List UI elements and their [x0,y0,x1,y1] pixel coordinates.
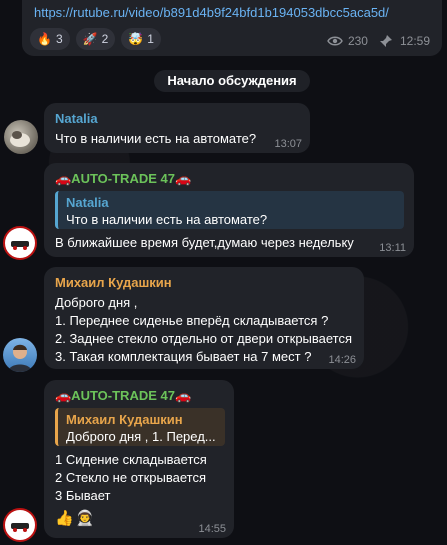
mind-blown-icon: 🤯 [128,32,144,46]
reaction-rocket[interactable]: 🚀 2 [75,28,116,50]
reaction-count: 1 [147,32,154,46]
post-time: 12:59 [399,34,430,48]
fire-icon: 🔥 [37,32,52,46]
avatar-auto-trade[interactable] [3,226,37,260]
reply-quote[interactable]: Natalia Что в наличии есть на автомате? [55,191,404,229]
message-sender[interactable]: Natalia [55,110,98,128]
message-sender[interactable]: 🚗AUTO-TRADE 47🚗 [55,387,191,405]
message-sender[interactable]: Михаил Кудашкин [55,274,172,292]
message-time: 14:55 [198,523,226,535]
message-mikhail[interactable]: Михаил Кудашкин Доброго дня , 1. Передне… [44,267,364,369]
reaction-mindblown[interactable]: 🤯 1 [121,28,161,50]
message-text: Что в наличии есть на автомате? [55,131,257,146]
post-meta: 230 12:59 [327,32,430,50]
avatar-natalia[interactable] [4,120,38,154]
message-auto-trade-1[interactable]: 🚗AUTO-TRADE 47🚗 Natalia Что в наличии ес… [44,163,414,257]
eye-icon [327,36,343,46]
message-auto-trade-2[interactable]: 🚗AUTO-TRADE 47🚗 Михаил Кудашкин Доброго … [44,380,234,538]
discussion-start-label: Начало обсуждения [154,70,310,92]
message-line: 2 Стекло не открывается [55,470,206,485]
message-line: 2. Заднее стекло отдельно от двери откры… [55,331,353,346]
message-text: Доброго дня , 1. Переднее сиденье вперёд… [55,294,352,366]
reply-quote[interactable]: Михаил Кудашкин Доброго дня , 1. Перед..… [55,408,225,446]
rutube-link[interactable]: https://rutube.ru/video/b891d4b9f24bfd1b… [34,4,389,22]
message-text: 1 Сидение складывается 2 Стекло не откры… [55,451,207,505]
thumbs-up-icon[interactable]: 👍 [55,510,74,528]
auto-trade-logo-icon [6,511,34,539]
avatar-auto-trade[interactable] [3,508,37,542]
astronaut-icon[interactable]: 👨‍🚀 [76,510,95,528]
avatar-mikhail[interactable] [3,338,37,372]
message-line: 1 Сидение складывается [55,452,207,467]
message-natalia[interactable]: Natalia Что в наличии есть на автомате? … [44,103,310,153]
message-time: 14:26 [328,354,356,366]
person-photo-icon [8,344,32,372]
reactions-row: 🔥 3 🚀 2 🤯 1 [30,28,161,50]
message-text: В ближайшее время будет,думаю через неде… [55,235,354,250]
views-count: 230 [347,34,368,48]
cat-photo-icon [10,131,30,147]
auto-trade-logo-icon [6,229,34,257]
message-reactions[interactable]: 👍 👨‍🚀 [55,510,94,528]
quote-sender: Михаил Кудашкин [66,412,183,427]
rocket-icon: 🚀 [82,32,98,46]
quote-text: Доброго дня , 1. Перед... [66,429,216,444]
message-sender[interactable]: 🚗AUTO-TRADE 47🚗 [55,170,191,188]
message-line: Доброго дня , [55,295,138,310]
message-line: 3 Бывает [55,488,111,503]
message-line: 3. Такая комплектация бывает на 7 мест ? [55,349,312,364]
channel-post[interactable]: https://rutube.ru/video/b891d4b9f24bfd1b… [22,0,442,56]
reaction-count: 2 [101,32,109,46]
pin-icon [379,35,392,47]
reaction-count: 3 [55,32,63,46]
quote-text: Что в наличии есть на автомате? [66,212,268,227]
message-line: 1. Переднее сиденье вперёд складывается … [55,313,329,328]
reaction-fire[interactable]: 🔥 3 [30,28,70,50]
message-time: 13:11 [379,242,406,254]
message-time: 13:07 [274,138,302,150]
quote-sender: Natalia [66,195,109,210]
